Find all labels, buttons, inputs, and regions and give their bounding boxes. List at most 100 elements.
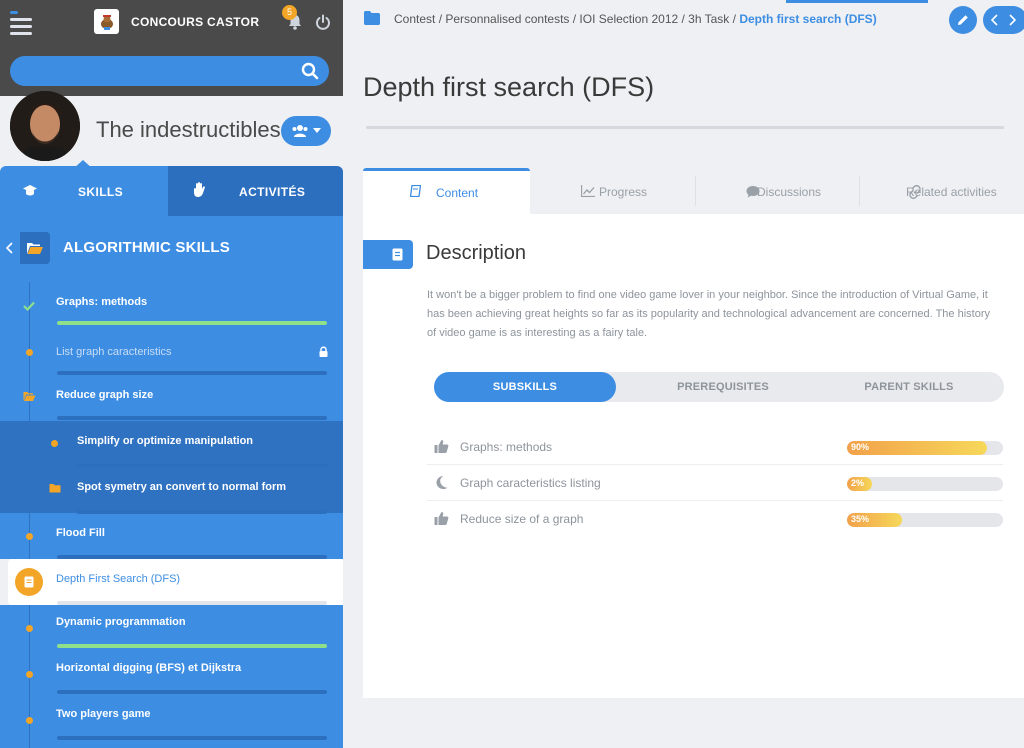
skill-item-flood-fill[interactable]: Flood Fill [0,513,343,559]
folder-open-icon [23,392,36,401]
skill-label: Reduce graph size [56,389,154,401]
breadcrumb-current: Depth first search (DFS) [739,12,877,26]
folder-icon [49,484,61,493]
subskill-name: Graph caracteristics listing [460,476,601,490]
team-menu-button[interactable] [281,116,331,146]
status-dot [26,533,33,540]
parent-skills-tab[interactable]: PARENT SKILLS [816,372,1002,402]
section-folder-badge [20,232,50,264]
tab-progress-label: Progress [599,185,648,199]
avatar[interactable] [10,91,80,161]
moon-icon [436,476,448,489]
skill-item-spot-symetry[interactable]: Spot symetry an convert to normal form [0,467,343,514]
hamburger-menu-icon[interactable] [10,11,32,35]
skill-label: Two players game [56,708,151,720]
team-name: The indestructibles [96,117,281,142]
lock-icon [319,346,328,357]
skill-label: Flood Fill [56,527,105,539]
tab-activities[interactable]: ACTIVITÉS [168,166,343,216]
sidebar: CONCOURS CASTOR 5 The indestructibles SK… [0,0,343,748]
skill-progress-bar [57,321,327,325]
users-icon [292,125,308,137]
skill-label: Dynamic programmation [56,616,186,628]
breadcrumb: Contest / Personnalised contests / IOI S… [394,12,877,26]
status-dot [26,717,33,724]
tab-skills[interactable]: SKILLS [0,166,168,216]
search-input[interactable] [24,56,294,86]
chevron-left-icon[interactable] [991,14,998,26]
prerequisites-tab[interactable]: PREREQUISITES [630,372,816,402]
thumbs-up-icon [434,512,449,525]
skill-progress-bar [57,690,327,694]
description-text: It won't be a bigger problem to find one… [427,289,990,339]
subskill-percent: 35% [851,514,870,524]
tab-discussions[interactable]: Discussions [696,168,859,214]
skill-item-list-graph-caracteristics[interactable]: List graph caracteristics [0,329,343,375]
skill-label: Simplify or optimize manipulation [77,435,254,447]
skill-item-horizontal-digging[interactable]: Horizontal digging (BFS) et Dijkstra [0,651,343,697]
section-title: ALGORITHMIC SKILLS [63,239,230,256]
skill-label: Graphs: methods [56,296,148,308]
status-dot [26,671,33,678]
tab-content-label: Content [436,186,479,200]
chart-icon [581,185,595,197]
skill-item-depth-first-search[interactable]: Depth First Search (DFS) [8,559,343,605]
skill-item-reduce-graph-size[interactable]: Reduce graph size [0,374,343,420]
chevron-left-icon [6,242,13,254]
thumbs-up-icon [434,440,449,453]
subskill-row[interactable]: Graphs: methods 90% [427,429,1003,465]
subskill-row[interactable]: Graph caracteristics listing 2% [427,465,1003,501]
book-icon [24,576,34,588]
top-bar: CONCOURS CASTOR 5 [0,0,343,96]
description-title: Description [426,242,527,264]
subskill-progress-track: 2% [847,477,1003,491]
subskill-progress-track: 90% [847,441,1003,455]
skill-progress-bar [57,416,327,420]
pencil-icon [958,15,968,25]
status-dot [51,440,58,447]
castor-logo [94,9,119,34]
active-marker [15,568,43,596]
skill-item-two-players-game[interactable]: Two players game [0,697,343,743]
sidebar-search [10,56,329,86]
prev-next-nav [983,6,1024,34]
status-dot [26,349,33,356]
graduation-cap-icon [23,185,37,196]
chevron-right-icon[interactable] [1009,14,1016,26]
subskills-tab[interactable]: SUBSKILLS [434,372,616,402]
subskill-name: Graphs: methods [460,440,553,454]
book-icon [392,248,403,261]
breadcrumb-path[interactable]: Contest / Personnalised contests / IOI S… [394,12,736,26]
subskill-row[interactable]: Reduce size of a graph 35% [427,501,1003,537]
subskill-percent: 90% [851,442,870,452]
tab-progress[interactable]: Progress [531,168,695,214]
folder-open-icon [27,243,43,254]
skill-label: Depth First Search (DFS) [56,573,181,585]
skill-relations-switch: SUBSKILLS PREREQUISITES PARENT SKILLS [434,372,1004,402]
tab-related-activities[interactable]: Related activities [860,168,1024,214]
skill-label: List graph caracteristics [56,346,172,358]
tab-discussions-label: Discussions [757,185,822,199]
app-title: CONCOURS CASTOR [131,15,260,29]
skill-item-dynamic-programmation[interactable]: Dynamic programmation [0,605,343,651]
subskill-name: Reduce size of a graph [460,512,584,526]
notification-badge: 5 [282,5,297,20]
skill-progress-bar [57,736,327,740]
status-dot [26,625,33,632]
search-icon[interactable] [301,62,319,80]
tab-related-activities-label: Related activities [906,185,997,199]
skill-item-graphs-methods[interactable]: Graphs: methods [0,282,343,328]
subskill-progress-track: 35% [847,513,1003,527]
skill-label: Horizontal digging (BFS) et Dijkstra [56,662,242,674]
page-title: Depth first search (DFS) [363,72,655,102]
tab-content[interactable]: Content [363,168,530,214]
description-marker [363,240,413,269]
title-divider [366,126,1004,129]
skill-item-simplify-manipulation[interactable]: Simplify or optimize manipulation [0,421,343,468]
power-icon[interactable] [315,14,331,30]
skill-progress-bar [57,644,327,648]
edit-button[interactable] [949,6,977,34]
back-button[interactable] [0,232,20,264]
top-accent-line [786,0,928,3]
hand-icon [194,182,205,197]
